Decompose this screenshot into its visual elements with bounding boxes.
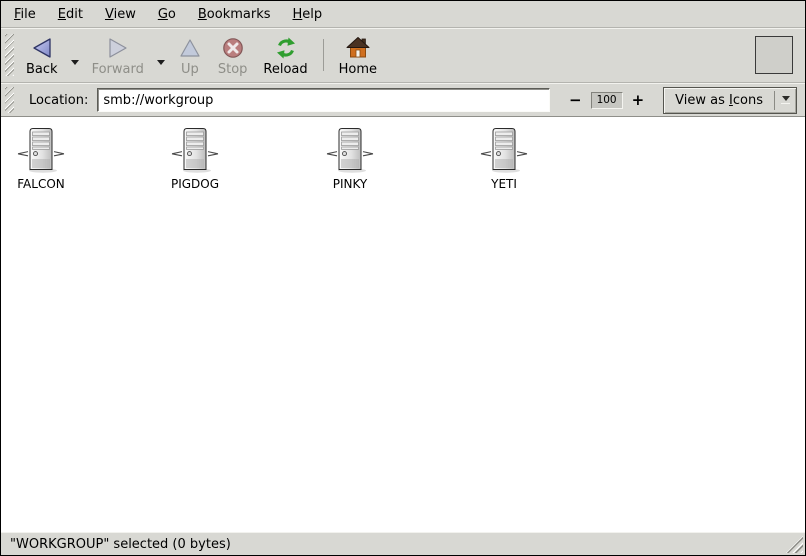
zoom-in-button[interactable]: + xyxy=(628,93,649,107)
reload-icon xyxy=(274,36,298,60)
stop-button[interactable]: Stop xyxy=(210,31,256,79)
chevron-down-icon xyxy=(157,60,165,65)
toolbar-separator xyxy=(323,39,324,71)
throbber-sphere-icon xyxy=(757,38,791,72)
menu-go[interactable]: Go xyxy=(147,3,187,26)
network-server-icon xyxy=(326,127,374,173)
arrow-right-icon xyxy=(106,36,130,60)
menu-bar: File Edit View Go Bookmarks Help xyxy=(1,1,805,28)
back-button[interactable]: Back xyxy=(18,31,66,79)
server-label: PIGDOG xyxy=(171,177,219,191)
forward-button[interactable]: Forward xyxy=(84,31,152,79)
server-item-yeti[interactable]: YETI xyxy=(465,127,543,191)
view-as-label: View as Icons xyxy=(664,88,774,113)
server-item-falcon[interactable]: FALCON xyxy=(2,127,80,191)
arrow-left-icon xyxy=(30,36,54,60)
view-as-combobox[interactable]: View as Icons xyxy=(663,87,797,114)
location-label: Location: xyxy=(29,93,88,108)
menu-help[interactable]: Help xyxy=(282,3,334,26)
reload-button[interactable]: Reload xyxy=(255,31,315,79)
server-label: FALCON xyxy=(17,177,65,191)
network-server-icon xyxy=(171,127,219,173)
toolbar: Back Forward Up xyxy=(1,28,805,83)
server-label: YETI xyxy=(491,177,517,191)
menu-file[interactable]: File xyxy=(3,3,47,26)
status-bar: "WORKGROUP" selected (0 bytes) xyxy=(1,532,805,555)
arrow-up-icon xyxy=(178,36,202,60)
network-server-icon xyxy=(480,127,528,173)
back-history-dropdown[interactable] xyxy=(66,45,84,79)
icon-view[interactable]: FALCON PIGDOG xyxy=(1,117,805,532)
up-button[interactable]: Up xyxy=(170,31,210,79)
home-button[interactable]: Home xyxy=(331,31,385,79)
forward-history-dropdown[interactable] xyxy=(152,45,170,79)
location-input[interactable] xyxy=(97,88,550,112)
menu-edit[interactable]: Edit xyxy=(47,3,94,26)
view-as-dropdown-button[interactable] xyxy=(775,88,796,113)
chevron-down-icon xyxy=(71,60,79,65)
stop-icon xyxy=(221,36,245,60)
file-manager-window: File Edit View Go Bookmarks Help Back xyxy=(0,0,806,556)
home-icon xyxy=(346,36,370,60)
location-bar: Location: − 100 + View as Icons xyxy=(1,83,805,117)
status-text: "WORKGROUP" selected (0 bytes) xyxy=(10,537,231,552)
menu-bookmarks[interactable]: Bookmarks xyxy=(187,3,282,26)
resize-grip[interactable] xyxy=(786,536,803,553)
zoom-out-button[interactable]: − xyxy=(565,93,586,107)
server-item-pinky[interactable]: PINKY xyxy=(311,127,389,191)
zoom-level-indicator: 100 xyxy=(591,92,623,109)
toolbar-grip-handle[interactable] xyxy=(5,34,14,76)
server-label: PINKY xyxy=(333,177,368,191)
network-server-icon xyxy=(17,127,65,173)
server-item-pigdog[interactable]: PIGDOG xyxy=(156,127,234,191)
chevron-down-icon xyxy=(782,96,790,101)
locationbar-grip-handle[interactable] xyxy=(5,87,14,113)
throbber-frame xyxy=(755,36,793,74)
menu-view[interactable]: View xyxy=(94,3,147,26)
